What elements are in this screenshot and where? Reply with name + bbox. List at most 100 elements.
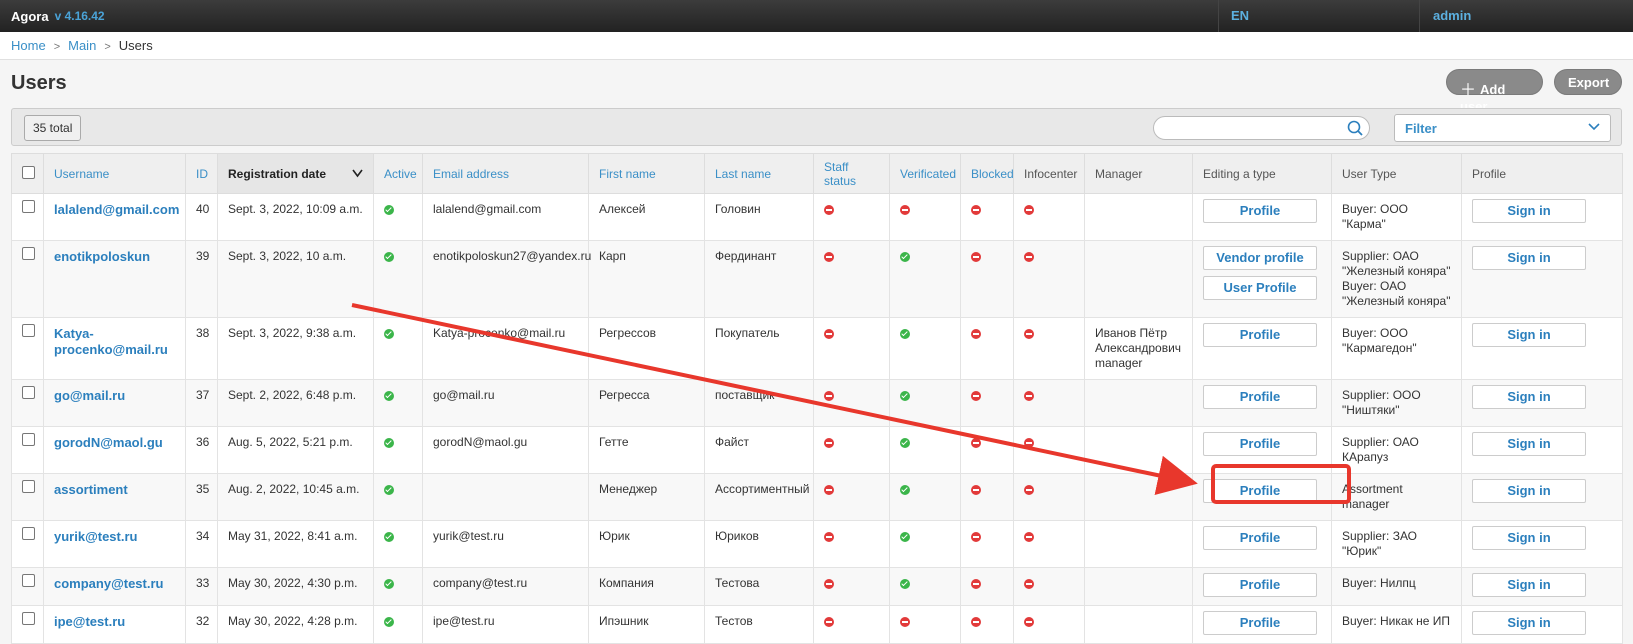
sign-in-button[interactable]: Sign in <box>1472 199 1586 223</box>
username-link[interactable]: gorodN@maol.gu <box>54 435 163 450</box>
search-input[interactable] <box>1153 116 1370 140</box>
row-checkbox[interactable] <box>11 193 44 241</box>
col-id[interactable]: ID <box>185 153 218 194</box>
row-checkbox[interactable] <box>11 426 44 474</box>
add-user-button[interactable]: ＋ Add user <box>1446 69 1543 114</box>
cell-active <box>373 473 423 521</box>
cell-verif <box>889 605 961 644</box>
cell-first-name: Юрик <box>588 520 705 568</box>
username-link[interactable]: lalalend@gmail.com <box>54 202 179 217</box>
sign-in-button[interactable]: Sign in <box>1472 573 1586 597</box>
cell-last-name: Тестов <box>704 605 814 644</box>
username-link[interactable]: yurik@test.ru <box>54 529 137 544</box>
row-checkbox[interactable] <box>11 240 44 318</box>
col-manager: Manager <box>1084 153 1193 194</box>
table-row: enotikpoloskun 39 Sept. 3, 2022, 10 a.m. en… <box>11 240 1623 318</box>
username-link[interactable]: enotikpoloskun <box>54 249 150 264</box>
cell-active <box>373 379 423 427</box>
cell-manager: Иванов Пётр Александрович manager <box>1084 317 1193 380</box>
row-checkbox[interactable] <box>11 520 44 568</box>
cell-blocked <box>960 605 1014 644</box>
profile-button[interactable]: Profile <box>1203 526 1317 550</box>
profile-button[interactable]: User Profile <box>1203 276 1317 300</box>
sign-in-button[interactable]: Sign in <box>1472 323 1586 347</box>
checkbox[interactable] <box>22 574 35 587</box>
checkbox[interactable] <box>22 527 35 540</box>
profile-button[interactable]: Profile <box>1203 479 1317 503</box>
cell-registration-date: Aug. 2, 2022, 10:45 a.m. <box>217 473 374 521</box>
minus-circle-icon <box>1024 617 1034 627</box>
col-staff-status[interactable]: Staff status <box>813 153 890 194</box>
cell-editing-type: Profile <box>1192 520 1332 568</box>
select-all-checkbox[interactable] <box>11 153 44 194</box>
profile-button[interactable]: Profile <box>1203 385 1317 409</box>
username-link[interactable]: ipe@test.ru <box>54 614 125 629</box>
row-checkbox[interactable] <box>11 317 44 380</box>
cell-profile: Sign in <box>1461 473 1623 521</box>
sign-in-button[interactable]: Sign in <box>1472 432 1586 456</box>
row-checkbox[interactable] <box>11 379 44 427</box>
cell-profile: Sign in <box>1461 605 1623 644</box>
profile-button[interactable]: Profile <box>1203 199 1317 223</box>
col-last-name[interactable]: Last name <box>704 153 814 194</box>
cell-email: ipe@test.ru <box>422 605 589 644</box>
profile-button[interactable]: Vendor profile <box>1203 246 1317 270</box>
cell-blocked <box>960 240 1014 318</box>
breadcrumb-home[interactable]: Home <box>11 38 46 53</box>
breadcrumb-main[interactable]: Main <box>68 38 96 53</box>
col-verificated[interactable]: Verificated <box>889 153 961 194</box>
profile-button[interactable]: Profile <box>1203 323 1317 347</box>
export-button[interactable]: Export <box>1554 69 1622 95</box>
minus-circle-icon <box>824 391 834 401</box>
check-circle-icon <box>384 532 394 542</box>
checkbox[interactable] <box>22 480 35 493</box>
user-menu[interactable]: admin <box>1421 0 1483 32</box>
checkbox[interactable] <box>22 200 35 213</box>
minus-circle-icon <box>824 252 834 262</box>
app-version: v 4.16.42 <box>54 9 105 23</box>
sign-in-button[interactable]: Sign in <box>1472 479 1586 503</box>
app-name[interactable]: Agora <box>0 9 49 24</box>
filter-select[interactable]: Filter <box>1394 114 1611 142</box>
profile-button[interactable]: Profile <box>1203 432 1317 456</box>
username-link[interactable]: Katya-procenko@mail.ru <box>54 326 168 357</box>
username-link[interactable]: company@test.ru <box>54 576 163 591</box>
checkbox[interactable] <box>22 324 35 337</box>
checkbox[interactable] <box>22 386 35 399</box>
col-first-name[interactable]: First name <box>588 153 705 194</box>
cell-editing-type: Vendor profile User Profile <box>1192 240 1332 318</box>
sign-in-button[interactable]: Sign in <box>1472 526 1586 550</box>
search-icon[interactable] <box>1347 120 1363 136</box>
username-link[interactable]: assortiment <box>54 482 128 497</box>
row-checkbox[interactable] <box>11 473 44 521</box>
username-link[interactable]: go@mail.ru <box>54 388 125 403</box>
sort-desc-icon[interactable] <box>352 169 363 178</box>
cell-blocked <box>960 567 1014 606</box>
col-username[interactable]: Username <box>43 153 186 194</box>
sign-in-button[interactable]: Sign in <box>1472 246 1586 270</box>
profile-button[interactable]: Profile <box>1203 573 1317 597</box>
check-circle-icon <box>384 252 394 262</box>
cell-user-type: Supplier: ОАО КАрапуз <box>1331 426 1462 474</box>
language-switcher[interactable]: EN <box>1218 0 1420 32</box>
checkbox[interactable] <box>22 612 35 625</box>
cell-manager <box>1084 605 1193 644</box>
col-blocked[interactable]: Blocked <box>960 153 1014 194</box>
col-email[interactable]: Email address <box>422 153 589 194</box>
filter-label: Filter <box>1405 121 1437 136</box>
col-active[interactable]: Active <box>373 153 423 194</box>
cell-id: 39 <box>185 240 218 318</box>
cell-active <box>373 426 423 474</box>
cell-editing-type: Profile <box>1192 473 1332 521</box>
row-checkbox[interactable] <box>11 567 44 606</box>
col-registration-date[interactable]: Registration date <box>217 153 374 194</box>
cell-active <box>373 240 423 318</box>
minus-circle-icon <box>1024 485 1034 495</box>
row-checkbox[interactable] <box>11 605 44 644</box>
checkbox[interactable] <box>22 165 35 179</box>
sign-in-button[interactable]: Sign in <box>1472 385 1586 409</box>
checkbox[interactable] <box>22 247 35 260</box>
toolbar: 35 total Filter <box>11 108 1622 146</box>
cell-info <box>1013 426 1085 474</box>
checkbox[interactable] <box>22 433 35 446</box>
